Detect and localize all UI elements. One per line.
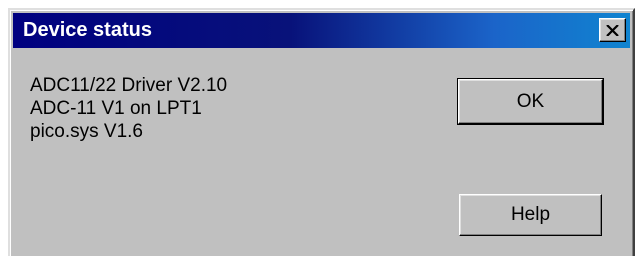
driver-version-line: ADC11/22 Driver V2.10: [30, 75, 228, 96]
ok-button[interactable]: OK: [457, 78, 604, 125]
device-port-line: ADC-11 V1 on LPT1: [30, 98, 202, 119]
device-info-text: ADC11/22 Driver V2.10 ADC-11 V1 on LPT1 …: [30, 74, 227, 143]
device-status-dialog: Device status ADC11/22 Driver V2.10 ADC-…: [8, 8, 635, 256]
title-bar: Device status: [13, 13, 630, 48]
close-x-icon: [606, 24, 619, 36]
help-button[interactable]: Help: [459, 194, 602, 236]
sys-version-line: pico.sys V1.6: [30, 121, 143, 142]
close-button[interactable]: [599, 18, 626, 42]
window-title: Device status: [23, 19, 152, 41]
